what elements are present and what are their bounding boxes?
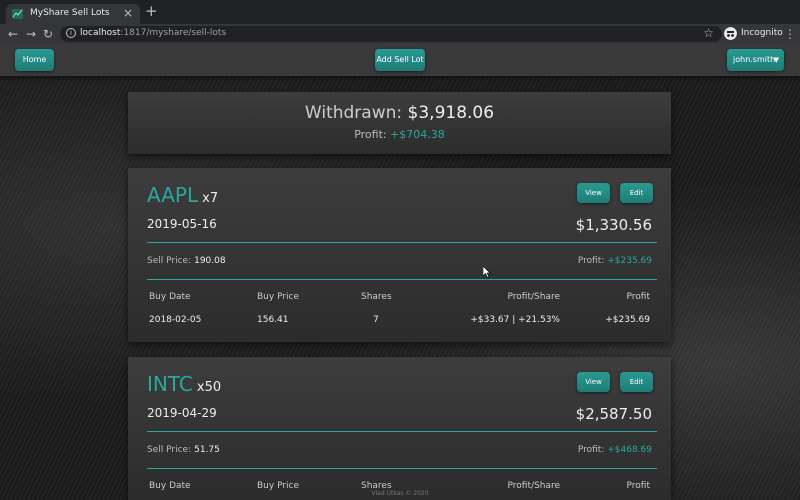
lot-profit-line: Profit: +$235.69 — [578, 256, 652, 266]
divider — [147, 242, 657, 243]
add-sell-lot-button[interactable]: Add Sell Lot — [375, 49, 425, 71]
withdrawn-label: Withdrawn: — [304, 103, 403, 123]
lot-ticker-line: AAPL x7 — [147, 183, 218, 207]
tab-title: MyShare Sell Lots — [30, 8, 110, 18]
cell-profit-share: +$33.67 | +21.53% — [470, 315, 560, 325]
lot-quantity: x50 — [196, 380, 222, 395]
summary-card: Withdrawn: $3,918.06 Profit: +$704.38 — [128, 92, 671, 154]
browser-tab[interactable]: MyShare Sell Lots × — [6, 4, 140, 24]
view-button[interactable]: View — [577, 183, 610, 203]
user-menu-button[interactable]: john.smith ▼ — [727, 49, 784, 71]
browser-tab-strip: MyShare Sell Lots × + — [0, 0, 800, 24]
lot-profit-line: Profit: +$468.69 — [578, 445, 652, 455]
tab-close-icon[interactable]: × — [123, 6, 133, 20]
star-icon[interactable]: ☆ — [703, 26, 714, 40]
reload-icon[interactable]: ↻ — [43, 26, 53, 42]
forward-icon[interactable]: → — [26, 26, 36, 42]
address-bar[interactable]: i localhost:1817/myshare/sell-lots ☆ — [60, 26, 722, 42]
chart-favicon-icon — [12, 9, 23, 19]
total-profit-line: Profit: +$704.38 — [128, 128, 671, 141]
col-header-shares: Shares — [361, 292, 392, 302]
sell-price-value: 190.08 — [194, 256, 226, 266]
col-header-profit-share: Profit/Share — [507, 292, 560, 302]
total-profit-value: +$704.38 — [390, 128, 445, 141]
edit-button[interactable]: Edit — [620, 183, 653, 203]
app-navbar: Home Add Sell Lot john.smith ▼ — [0, 44, 800, 76]
lot-ticker: INTC — [147, 372, 193, 396]
divider — [147, 468, 657, 469]
sell-price-line: Sell Price: 51.75 — [147, 445, 220, 455]
back-icon[interactable]: ← — [8, 26, 18, 42]
cell-buy-price: 156.41 — [257, 315, 289, 325]
footer-text: Vlad Utkas © 2020 — [371, 490, 429, 497]
lot-profit-value: +$235.69 — [607, 256, 652, 266]
withdrawn-line: Withdrawn: $3,918.06 — [128, 103, 671, 123]
view-button[interactable]: View — [577, 372, 610, 392]
divider — [147, 431, 657, 432]
col-header-buy-date: Buy Date — [149, 292, 191, 302]
url-path: :1817/myshare/sell-lots — [120, 28, 227, 38]
incognito-label: Incognito — [741, 28, 783, 38]
url-host: localhost — [80, 28, 121, 38]
lot-ticker-line: INTC x50 — [147, 372, 221, 396]
user-name: john.smith — [733, 55, 776, 64]
kebab-icon[interactable]: ⋮ — [784, 26, 796, 42]
lot-profit-label: Profit: — [577, 256, 605, 266]
sell-price-line: Sell Price: 190.08 — [147, 256, 226, 266]
divider — [147, 279, 657, 280]
col-header-buy-price: Buy Price — [257, 292, 300, 302]
sell-lot-card: INTC x50 View Edit 2019-04-29 $2,587.50 S… — [128, 357, 671, 500]
sell-lot-card: AAPL x7 View Edit 2019-05-16 $1,330.56 Se… — [128, 168, 671, 342]
new-tab-button[interactable]: + — [145, 3, 158, 19]
incognito-icon — [724, 27, 737, 40]
lot-quantity: x7 — [202, 191, 219, 206]
lot-total: $2,587.50 — [575, 405, 652, 423]
sell-price-label: Sell Price: — [147, 445, 192, 455]
lot-sell-date: 2019-05-16 — [147, 217, 217, 231]
info-icon[interactable]: i — [66, 28, 76, 38]
cell-shares: 7 — [373, 315, 379, 325]
col-header-profit: Profit — [626, 292, 650, 302]
cell-buy-date: 2018-02-05 — [149, 315, 202, 325]
lot-sell-date: 2019-04-29 — [147, 406, 217, 420]
caret-down-icon: ▼ — [773, 56, 779, 64]
page-background: Home Add Sell Lot john.smith ▼ Withdrawn… — [0, 44, 800, 500]
sell-price-value: 51.75 — [194, 445, 220, 455]
total-profit-label: Profit: — [354, 128, 387, 141]
cell-profit: +$235.69 — [605, 315, 650, 325]
browser-toolbar: ← → ↻ i localhost:1817/myshare/sell-lots… — [0, 24, 800, 44]
withdrawn-value: $3,918.06 — [407, 103, 495, 123]
mouse-cursor-icon — [483, 266, 491, 278]
lot-profit-label: Profit: — [577, 445, 605, 455]
edit-button[interactable]: Edit — [620, 372, 653, 392]
lot-total: $1,330.56 — [575, 216, 652, 234]
sell-price-label: Sell Price: — [147, 256, 192, 266]
lot-profit-value: +$468.69 — [607, 445, 652, 455]
lot-ticker: AAPL — [147, 183, 199, 207]
url-text: localhost:1817/myshare/sell-lots — [80, 28, 226, 38]
home-button[interactable]: Home — [15, 49, 54, 71]
